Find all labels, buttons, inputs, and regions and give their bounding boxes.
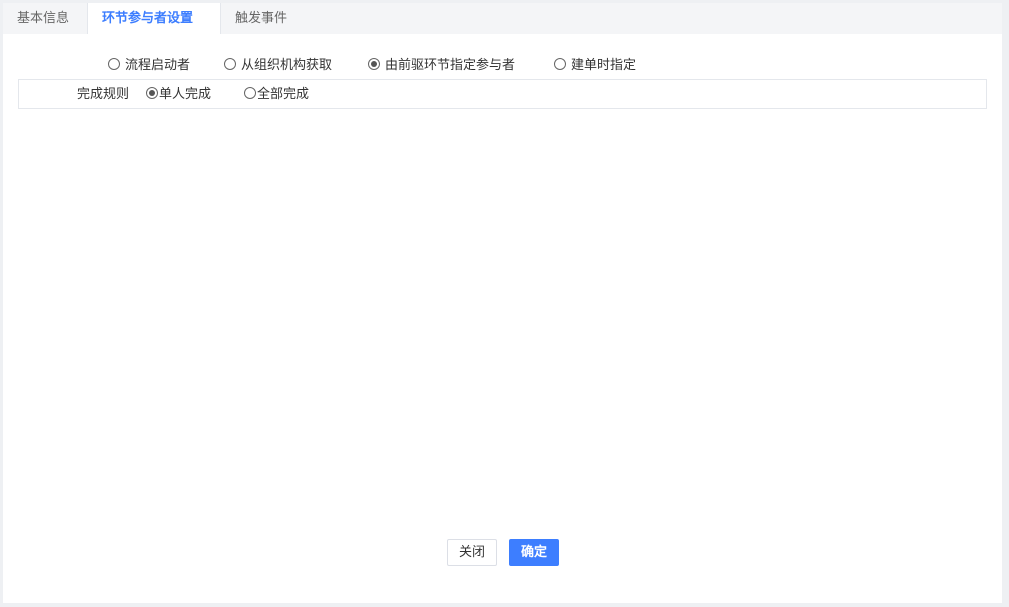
tab-basic-info[interactable]: 基本信息 — [3, 3, 83, 34]
radio-option-label: 全部完成 — [257, 87, 310, 102]
radio-button-checked-icon[interactable] — [368, 58, 380, 70]
radio-option-single-complete[interactable]: 单人完成 — [146, 86, 211, 104]
tab-participant-settings[interactable]: 环节参与者设置 — [87, 3, 221, 34]
radio-option-predecessor-assigned[interactable]: 由前驱环节指定参与者 — [368, 56, 515, 76]
dialog-panel: 基本信息 环节参与者设置 触发事件 流程启动者 从组织机构获取 由前驱环节指定参… — [3, 3, 1002, 603]
radio-option-all-complete[interactable]: 全部完成 — [244, 86, 309, 104]
completion-rule-title: 完成规则 — [77, 87, 130, 102]
close-button[interactable]: 关闭 — [447, 539, 497, 566]
radio-option-label: 流程启动者 — [125, 58, 191, 73]
radio-option-label: 由前驱环节指定参与者 — [385, 58, 516, 73]
radio-button-icon[interactable] — [244, 87, 256, 99]
radio-button-icon[interactable] — [108, 58, 120, 70]
radio-option-label: 建单时指定 — [571, 58, 637, 73]
radio-button-icon[interactable] — [224, 58, 236, 70]
tab-trigger-events[interactable]: 触发事件 — [221, 3, 301, 34]
tab-bar: 基本信息 环节参与者设置 触发事件 — [3, 3, 1002, 34]
radio-option-label: 单人完成 — [159, 87, 212, 102]
radio-button-icon[interactable] — [554, 58, 566, 70]
radio-option-label: 从组织机构获取 — [241, 58, 333, 73]
radio-option-from-org[interactable]: 从组织机构获取 — [224, 56, 332, 76]
radio-option-assign-at-creation[interactable]: 建单时指定 — [554, 56, 636, 76]
radio-option-process-initiator[interactable]: 流程启动者 — [108, 56, 190, 76]
completion-rule-row: 完成规则 单人完成 全部完成 — [18, 79, 987, 109]
confirm-button[interactable]: 确定 — [509, 539, 559, 566]
radio-button-checked-icon[interactable] — [146, 87, 158, 99]
